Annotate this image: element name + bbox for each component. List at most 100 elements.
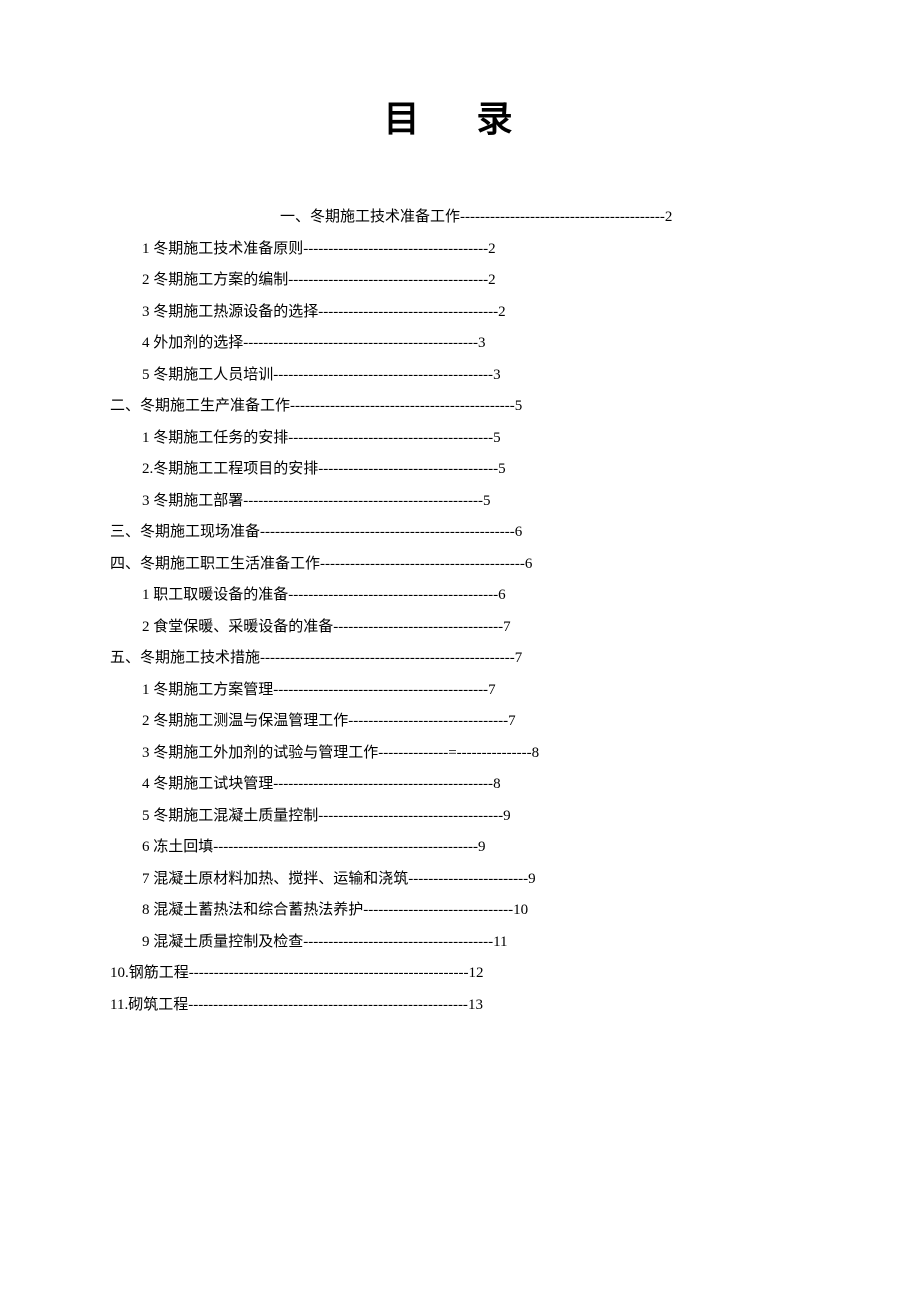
toc-entry-text: 8 混凝土蓄热法和综合蓄热法养护 xyxy=(142,902,363,918)
toc-entry-leader: ------------------------------------ xyxy=(318,304,498,320)
toc-entry: 4 外加剂的选择--------------------------------… xyxy=(110,328,810,360)
toc-entry-page: 7 xyxy=(488,682,496,698)
toc-entry-page: 2 xyxy=(488,272,496,288)
toc-entry-text: 4 外加剂的选择 xyxy=(142,335,243,351)
toc-entry-page: 11 xyxy=(493,934,507,950)
toc-entry-page: 6 xyxy=(498,587,506,603)
toc-entry-page: 13 xyxy=(468,997,483,1013)
toc-entry-leader: ---------------------------------- xyxy=(333,619,503,635)
toc-entry-leader: ----------------------------------------… xyxy=(260,650,515,666)
toc-entry-leader: ----------------------------------------… xyxy=(243,335,478,351)
toc-entry-text: 11.砌筑工程 xyxy=(110,997,188,1013)
toc-entry-leader: ----------------------------------------… xyxy=(273,776,493,792)
toc-entry: 10.钢筋工程---------------------------------… xyxy=(110,958,810,990)
toc-entry-text: 9 混凝土质量控制及检查 xyxy=(142,934,303,950)
toc-entry-page: 10 xyxy=(513,902,528,918)
toc-entry-leader: ---------------------------------------- xyxy=(288,272,488,288)
toc-entry-page: 5 xyxy=(493,430,501,446)
toc-entry: 2.冬期施工工程项目的安排---------------------------… xyxy=(110,454,810,486)
table-of-contents: 一、冬期施工技术准备工作----------------------------… xyxy=(110,202,810,1021)
toc-entry-leader: --------------=--------------- xyxy=(378,745,531,761)
toc-entry: 四、冬期施工职工生活准备工作--------------------------… xyxy=(110,549,810,581)
toc-entry-page: 9 xyxy=(528,871,536,887)
toc-entry-page: 5 xyxy=(483,493,491,509)
toc-entry: 1 冬期施工技术准备原则----------------------------… xyxy=(110,234,810,266)
toc-entry: 4 冬期施工试块管理------------------------------… xyxy=(110,769,810,801)
toc-entry: 2 冬期施工方案的编制-----------------------------… xyxy=(110,265,810,297)
toc-entry: 7 混凝土原材料加热、搅拌、运输和浇筑---------------------… xyxy=(110,864,810,896)
toc-entry-leader: ----------------------------------------… xyxy=(320,556,525,572)
toc-entry-text: 2.冬期施工工程项目的安排 xyxy=(142,461,318,477)
toc-entry: 2 食堂保暖、采暖设备的准备--------------------------… xyxy=(110,612,810,644)
toc-entry-text: 6 冻土回填 xyxy=(142,839,213,855)
toc-entry: 二、冬期施工生产准备工作----------------------------… xyxy=(110,391,810,423)
toc-entry: 2 冬期施工测温与保温管理工作-------------------------… xyxy=(110,706,810,738)
toc-entry-text: 四、冬期施工职工生活准备工作 xyxy=(110,556,320,572)
toc-entry-leader: -------------------------------- xyxy=(348,713,508,729)
toc-entry-leader: ----------------------------------------… xyxy=(260,524,515,540)
toc-entry: 6 冻土回填----------------------------------… xyxy=(110,832,810,864)
toc-entry: 3 冬期施工部署--------------------------------… xyxy=(110,486,810,518)
toc-entry-page: 3 xyxy=(478,335,486,351)
toc-entry: 5 冬期施工混凝土质量控制---------------------------… xyxy=(110,801,810,833)
toc-entry-leader: ----------------------------------------… xyxy=(460,209,665,225)
toc-entry: 3 冬期施工外加剂的试验与管理工作--------------=--------… xyxy=(110,738,810,770)
toc-entry-text: 3 冬期施工部署 xyxy=(142,493,243,509)
toc-entry-leader: ----------------------------------------… xyxy=(273,367,493,383)
toc-entry-page: 9 xyxy=(478,839,486,855)
toc-entry-text: 2 冬期施工测温与保温管理工作 xyxy=(142,713,348,729)
toc-entry-page: 6 xyxy=(515,524,523,540)
toc-entry-text: 2 冬期施工方案的编制 xyxy=(142,272,288,288)
toc-entry-text: 1 职工取暖设备的准备 xyxy=(142,587,288,603)
toc-entry-text: 4 冬期施工试块管理 xyxy=(142,776,273,792)
toc-entry-text: 1 冬期施工方案管理 xyxy=(142,682,273,698)
toc-entry-leader: ----------------------------------------… xyxy=(273,682,488,698)
toc-entry: 一、冬期施工技术准备工作----------------------------… xyxy=(110,202,810,234)
toc-entry-page: 6 xyxy=(525,556,533,572)
toc-entry: 三、冬期施工现场准备------------------------------… xyxy=(110,517,810,549)
toc-entry-page: 9 xyxy=(503,808,511,824)
toc-entry-page: 7 xyxy=(515,650,523,666)
toc-entry-text: 一、冬期施工技术准备工作 xyxy=(280,209,460,225)
toc-entry-text: 10.钢筋工程 xyxy=(110,965,189,981)
toc-entry: 5 冬期施工人员培训------------------------------… xyxy=(110,360,810,392)
toc-entry: 1 冬期施工方案管理------------------------------… xyxy=(110,675,810,707)
toc-entry-page: 12 xyxy=(469,965,484,981)
toc-entry-leader: ----------------------------------------… xyxy=(290,398,515,414)
toc-entry-text: 5 冬期施工混凝土质量控制 xyxy=(142,808,318,824)
toc-entry-page: 5 xyxy=(515,398,523,414)
toc-entry-page: 2 xyxy=(665,209,673,225)
toc-entry-leader: ----------------------------------------… xyxy=(189,965,469,981)
toc-entry-leader: ----------------------------------------… xyxy=(243,493,483,509)
toc-entry-leader: ------------------------------ xyxy=(363,902,513,918)
toc-entry-page: 2 xyxy=(488,241,496,257)
toc-entry-text: 1 冬期施工技术准备原则 xyxy=(142,241,303,257)
toc-entry-leader: ------------------------------------- xyxy=(303,241,488,257)
toc-entry-leader: ----------------------------------------… xyxy=(288,587,498,603)
toc-entry-text: 5 冬期施工人员培训 xyxy=(142,367,273,383)
toc-entry: 3 冬期施工热源设备的选择---------------------------… xyxy=(110,297,810,329)
toc-entry-leader: -------------------------------------- xyxy=(303,934,493,950)
toc-entry: 9 混凝土质量控制及检查----------------------------… xyxy=(110,927,810,959)
toc-entry-leader: ----------------------------------------… xyxy=(188,997,468,1013)
toc-entry-text: 1 冬期施工任务的安排 xyxy=(142,430,288,446)
toc-entry-page: 5 xyxy=(498,461,506,477)
toc-entry: 1 职工取暖设备的准备-----------------------------… xyxy=(110,580,810,612)
toc-entry-leader: ------------------------ xyxy=(408,871,528,887)
toc-entry-page: 3 xyxy=(493,367,501,383)
toc-entry-page: 8 xyxy=(532,745,540,761)
toc-entry: 1 冬期施工任务的安排-----------------------------… xyxy=(110,423,810,455)
toc-entry-leader: ------------------------------------ xyxy=(318,461,498,477)
toc-entry: 五、冬期施工技术措施------------------------------… xyxy=(110,643,810,675)
toc-entry-text: 三、冬期施工现场准备 xyxy=(110,524,260,540)
toc-entry-page: 2 xyxy=(498,304,506,320)
toc-entry-page: 7 xyxy=(508,713,516,729)
toc-entry-page: 7 xyxy=(503,619,511,635)
toc-entry-text: 3 冬期施工热源设备的选择 xyxy=(142,304,318,320)
toc-entry-text: 二、冬期施工生产准备工作 xyxy=(110,398,290,414)
toc-entry-page: 8 xyxy=(493,776,501,792)
toc-entry-text: 2 食堂保暖、采暖设备的准备 xyxy=(142,619,333,635)
page-title: 目 录 xyxy=(110,90,810,142)
toc-entry-text: 3 冬期施工外加剂的试验与管理工作 xyxy=(142,745,378,761)
toc-entry: 8 混凝土蓄热法和综合蓄热法养护------------------------… xyxy=(110,895,810,927)
